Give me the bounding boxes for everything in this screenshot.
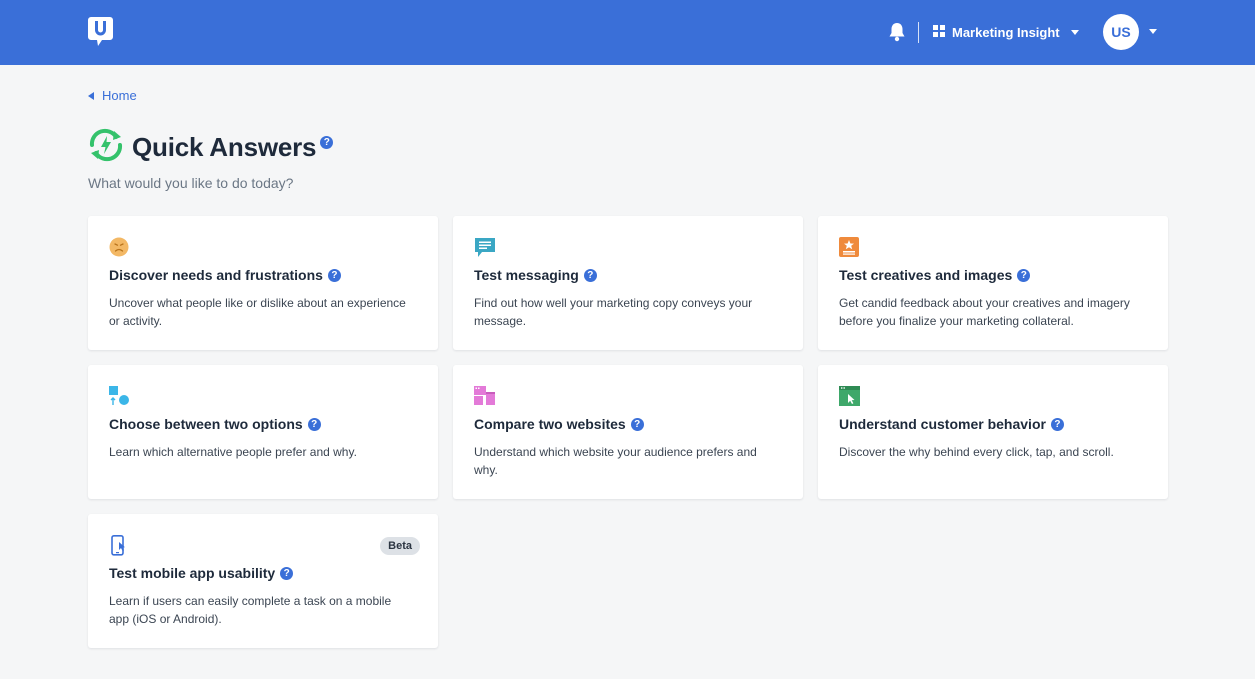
card-title: Test messaging ? [474,267,597,283]
card-discover-needs[interactable]: Discover needs and frustrations ? Uncove… [88,216,438,350]
card-description: Uncover what people like or dislike abou… [109,296,406,328]
card-mobile-usability[interactable]: Beta Test mobile app usability ? Learn i… [88,514,438,648]
card-help-icon[interactable]: ? [630,417,644,431]
card-title-text: Test messaging [474,267,579,283]
notifications-bell-icon[interactable] [886,21,908,43]
card-test-messaging[interactable]: Test messaging ? Find out how well your … [453,216,803,350]
card-description: Get candid feedback about your creatives… [839,296,1130,328]
two-windows-icon [474,386,495,406]
card-description: Find out how well your marketing copy co… [474,296,753,328]
page-subtitle: What would you like to do today? [88,175,294,191]
breadcrumb-home-link[interactable]: Home [102,88,137,103]
card-help-icon[interactable]: ? [583,268,597,282]
card-help-icon[interactable]: ? [280,566,294,580]
card-title-text: Discover needs and frustrations [109,267,323,283]
mobile-phone-icon [109,535,129,556]
card-description: Understand which website your audience p… [474,445,757,477]
card-title-text: Test creatives and images [839,267,1013,283]
card-compare-websites[interactable]: Compare two websites ? Understand which … [453,365,803,499]
title-help-icon[interactable]: ? [320,136,334,149]
header-divider [918,22,919,43]
card-description: Learn which alternative people prefer an… [109,445,357,459]
shapes-choice-icon [109,386,129,406]
breadcrumb[interactable]: Home [88,88,137,103]
top-navigation-bar: Marketing Insight US [0,0,1255,65]
card-title: Discover needs and frustrations ? [109,267,341,283]
chat-bubble-icon [474,237,495,257]
card-description: Discover the why behind every click, tap… [839,445,1114,459]
workspace-switcher[interactable]: Marketing Insight [933,22,1079,42]
back-arrow-icon [88,91,94,100]
browser-cursor-icon [839,386,860,406]
workspace-label: Marketing Insight [952,24,1060,40]
quick-answers-icon [88,128,124,167]
card-description: Learn if users can easily complete a tas… [109,594,392,626]
page-title-row: Quick Answers ? [88,128,334,167]
card-title-text: Understand customer behavior [839,416,1046,432]
card-customer-behavior[interactable]: Understand customer behavior ? Discover … [818,365,1168,499]
grid-icon [933,24,945,40]
card-title-text: Choose between two options [109,416,303,432]
user-avatar[interactable]: US [1103,14,1139,50]
chevron-down-icon [1070,29,1079,35]
card-title: Compare two websites ? [474,416,644,432]
card-title: Understand customer behavior ? [839,416,1064,432]
brand-logo-icon[interactable] [88,17,113,47]
image-star-icon [839,237,859,257]
card-title: Test creatives and images ? [839,267,1031,283]
page-title: Quick Answers [132,132,317,162]
card-help-icon[interactable]: ? [1017,268,1031,282]
beta-badge: Beta [380,537,420,555]
card-test-creatives[interactable]: Test creatives and images ? Get candid f… [818,216,1168,350]
card-choose-options[interactable]: Choose between two options ? Learn which… [88,365,438,499]
card-title-text: Compare two websites [474,416,626,432]
avatar-chevron-down-icon[interactable] [1149,29,1157,34]
card-help-icon[interactable]: ? [1050,417,1064,431]
card-title: Choose between two options ? [109,416,321,432]
card-title: Test mobile app usability ? [109,565,294,581]
card-help-icon[interactable]: ? [327,268,341,282]
card-title-text: Test mobile app usability [109,565,276,581]
frown-face-icon [109,237,129,257]
card-help-icon[interactable]: ? [307,417,321,431]
